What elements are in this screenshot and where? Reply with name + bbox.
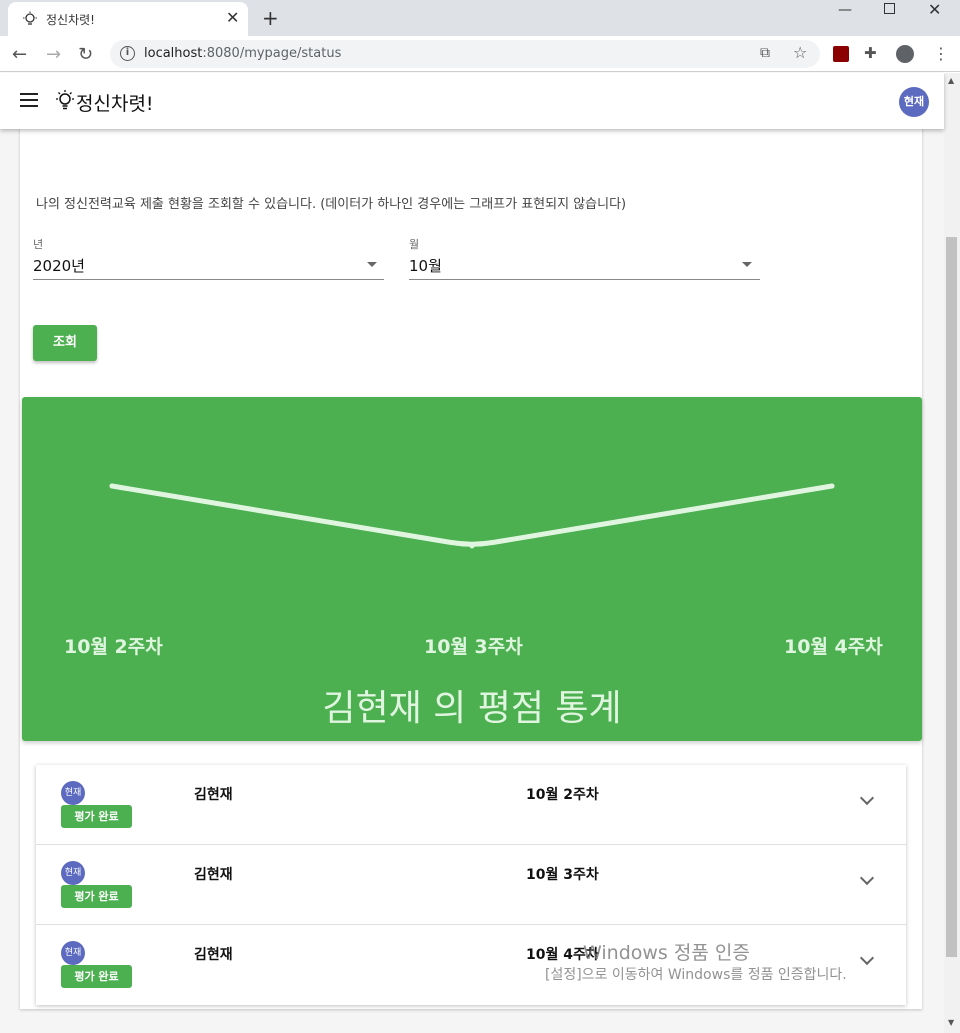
record-row[interactable]: 현재 평가 완료 김현재 10월 2주차 xyxy=(36,765,906,845)
status-badge: 평가 완료 xyxy=(61,805,132,828)
page-description: 나의 정신전력교육 제출 현황을 조회할 수 있습니다. (데이터가 하나인 경… xyxy=(36,197,627,212)
record-name: 김현재 xyxy=(194,867,233,883)
year-dropdown-icon[interactable] xyxy=(367,262,377,267)
status-badge: 평가 완료 xyxy=(61,885,132,908)
rating-chart: 10월 2주차 10월 3주차 10월 4주차 김현재 의 평점 통계 xyxy=(22,397,922,741)
year-label: 년 xyxy=(33,238,44,251)
url-text[interactable]: localhost:8080/mypage/status xyxy=(144,46,341,61)
translate-icon[interactable]: ⧉ xyxy=(760,45,770,61)
record-avatar: 현재 xyxy=(61,861,85,885)
rating-data-point xyxy=(109,483,115,489)
chevron-down-icon[interactable] xyxy=(859,790,875,806)
browser-tab-bar: 정신차렷! ✕ + — ✕ xyxy=(0,0,960,36)
year-underline xyxy=(33,279,384,280)
chart-title: 김현재 의 평점 통계 xyxy=(322,688,622,729)
windows-activation-watermark-title: Windows 정품 인증 xyxy=(583,942,750,964)
windows-activation-watermark-text: [설정]으로 이동하여 Windows를 정품 인증합니다. xyxy=(545,967,847,983)
bulb-favicon-icon xyxy=(23,11,37,25)
back-icon[interactable]: ← xyxy=(12,44,27,65)
record-row[interactable]: 현재 평가 완료 김현재 10월 3주차 xyxy=(36,845,906,925)
x-tick-label: 10월 4주차 xyxy=(784,636,883,658)
reload-icon[interactable]: ↻ xyxy=(78,44,93,65)
bulb-logo-icon xyxy=(56,90,74,110)
url-host: localhost xyxy=(144,46,203,61)
pdf-extension-icon[interactable] xyxy=(833,46,849,62)
record-name: 김현재 xyxy=(194,787,233,803)
app-bar: 정신차렷! xyxy=(0,73,944,129)
month-value[interactable]: 10월 xyxy=(409,255,442,276)
chevron-down-icon[interactable] xyxy=(859,950,875,966)
month-dropdown-icon[interactable] xyxy=(742,262,752,267)
month-label: 월 xyxy=(409,238,420,251)
rating-data-point xyxy=(829,483,835,489)
status-badge: 평가 완료 xyxy=(61,965,132,988)
window-maximize-icon[interactable] xyxy=(884,3,895,14)
rating-data-point xyxy=(469,543,475,549)
app-title[interactable]: 정신차렷! xyxy=(76,89,154,116)
scroll-up-icon[interactable]: ▲ xyxy=(948,76,954,85)
window-minimize-icon[interactable]: — xyxy=(838,2,852,18)
new-tab-icon[interactable]: + xyxy=(262,6,279,30)
record-week: 10월 2주차 xyxy=(526,787,599,803)
record-avatar: 현재 xyxy=(61,941,85,965)
tab-close-icon[interactable]: ✕ xyxy=(226,8,239,27)
x-tick-label: 10월 3주차 xyxy=(424,636,523,658)
scrollbar-thumb[interactable] xyxy=(946,237,957,957)
forward-icon[interactable]: → xyxy=(46,44,61,65)
record-week: 10월 3주차 xyxy=(526,867,599,883)
address-bar[interactable]: i localhost:8080/mypage/status ⧉ ☆ xyxy=(110,40,820,68)
hamburger-menu-icon[interactable] xyxy=(20,93,38,107)
extensions-puzzle-icon[interactable]: ✚ xyxy=(864,44,877,62)
month-underline xyxy=(409,279,760,280)
scroll-down-icon[interactable]: ▼ xyxy=(948,1018,954,1027)
search-button[interactable]: 조회 xyxy=(33,325,97,361)
profile-icon[interactable] xyxy=(896,45,914,63)
bookmark-star-icon[interactable]: ☆ xyxy=(793,43,807,62)
status-card: 나의 정신전력교육 제출 현황을 조회할 수 있습니다. (데이터가 하나인 경… xyxy=(20,129,922,1009)
chevron-down-icon[interactable] xyxy=(859,870,875,886)
x-tick-label: 10월 2주차 xyxy=(64,636,163,658)
year-value[interactable]: 2020년 xyxy=(33,255,85,276)
browser-menu-icon[interactable]: ⋮ xyxy=(933,44,949,63)
url-path: :8080/mypage/status xyxy=(202,46,342,61)
record-name: 김현재 xyxy=(194,947,233,963)
rating-series-line xyxy=(109,483,835,547)
page-content: 나의 정신전력교육 제출 현황을 조회할 수 있습니다. (데이터가 하나인 경… xyxy=(0,129,944,1033)
user-avatar[interactable]: 현재 xyxy=(899,87,929,117)
record-avatar: 현재 xyxy=(61,781,85,805)
browser-tab[interactable]: 정신차렷! ✕ xyxy=(8,2,248,36)
tab-title: 정신차렷! xyxy=(46,13,95,27)
window-close-icon[interactable]: ✕ xyxy=(928,0,941,19)
site-info-icon[interactable]: i xyxy=(120,46,135,61)
browser-toolbar: ← → ↻ i localhost:8080/mypage/status ⧉ ☆… xyxy=(0,36,960,72)
